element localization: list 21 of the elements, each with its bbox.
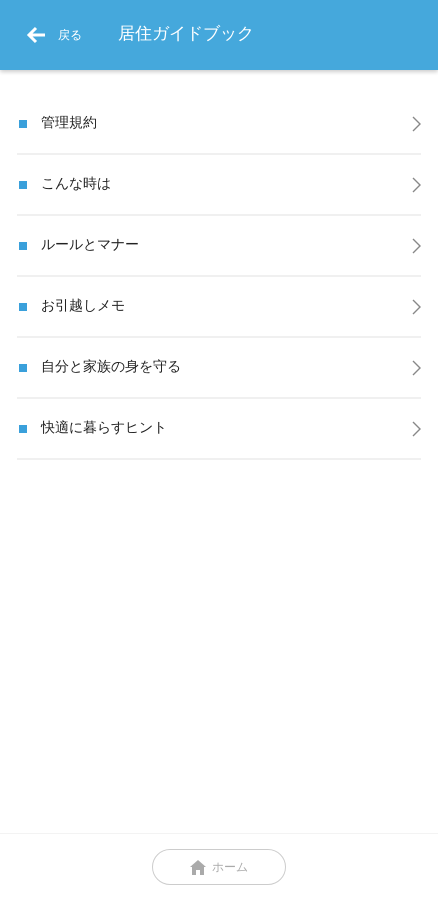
- menu-item[interactable]: こんな時は: [17, 155, 421, 216]
- menu-item[interactable]: 管理規約: [17, 94, 421, 155]
- bullet-icon: [19, 120, 27, 128]
- chevron-right-icon: [412, 176, 421, 192]
- menu-item[interactable]: 自分と家族の身を守る: [17, 338, 421, 399]
- chevron-right-icon: [412, 298, 421, 314]
- menu-item[interactable]: ルールとマナー: [17, 216, 421, 277]
- bullet-icon: [19, 424, 27, 432]
- chevron-right-icon: [412, 360, 421, 376]
- page-title: 居住ガイドブック: [118, 23, 254, 46]
- chevron-right-icon: [412, 116, 421, 132]
- back-arrow-icon: [26, 26, 46, 44]
- chevron-right-icon: [412, 420, 421, 436]
- bullet-icon: [19, 180, 27, 188]
- menu-item[interactable]: 快適に暮らすヒント: [17, 399, 421, 460]
- bullet-icon: [19, 242, 27, 250]
- chevron-right-icon: [412, 238, 421, 254]
- bullet-icon: [19, 302, 27, 310]
- menu-item[interactable]: お引越しメモ: [17, 277, 421, 338]
- bullet-icon: [19, 364, 27, 372]
- home-icon: [190, 860, 206, 874]
